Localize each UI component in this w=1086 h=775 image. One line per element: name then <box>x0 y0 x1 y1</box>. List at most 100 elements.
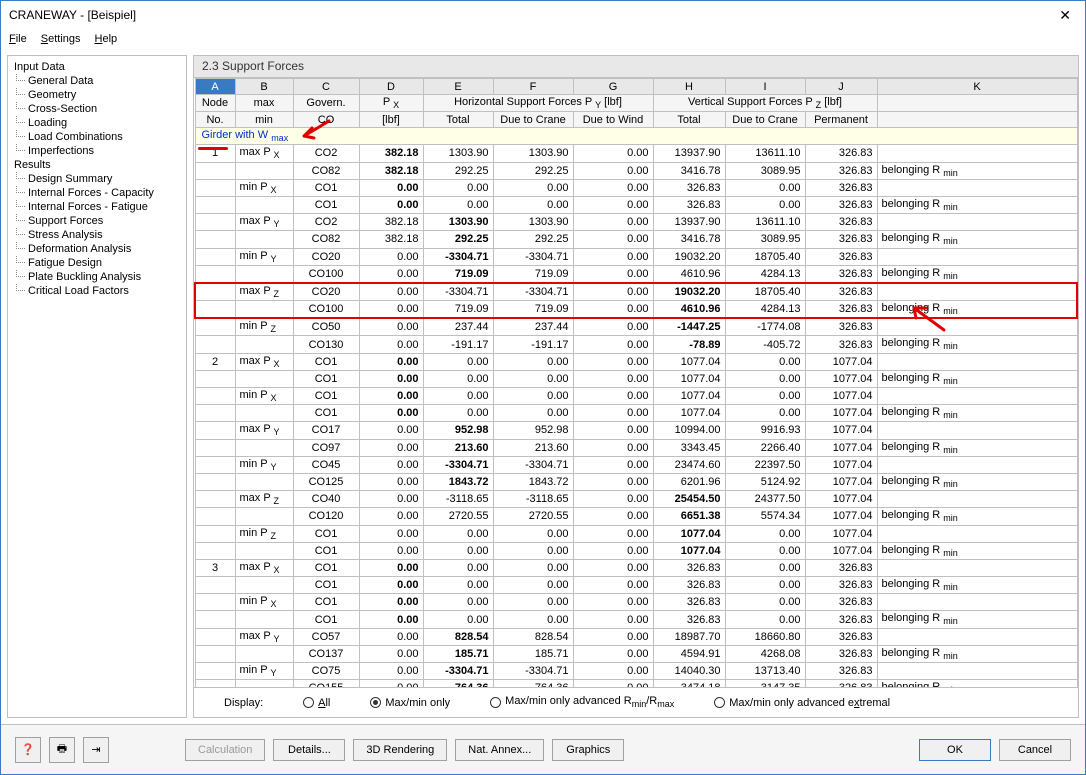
cell <box>235 645 293 662</box>
tree-item[interactable]: Fatigue Design <box>10 256 184 270</box>
cell: 326.83 <box>805 336 877 353</box>
cell: CO130 <box>293 336 359 353</box>
results-grid[interactable]: ABCDEFGHIJK Node max Govern. P X Horizon… <box>194 78 1078 687</box>
table-row[interactable]: CO10.000.000.000.001077.040.001077.04bel… <box>195 370 1077 387</box>
menu-file[interactable]: File <box>9 33 27 45</box>
cancel-button[interactable]: Cancel <box>999 739 1071 761</box>
table-row[interactable]: 3max P XCO10.000.000.000.00326.830.00326… <box>195 559 1077 576</box>
table-row[interactable]: max P YCO2382.181303.901303.900.0013937.… <box>195 214 1077 231</box>
help-button[interactable]: ❓ <box>15 737 41 763</box>
col-letter[interactable]: B <box>235 79 293 95</box>
tree-item[interactable]: Deformation Analysis <box>10 242 184 256</box>
hdr-co: CO <box>293 112 359 128</box>
cell: 326.83 <box>805 214 877 231</box>
table-row[interactable]: min P XCO10.000.000.000.00326.830.00326.… <box>195 594 1077 611</box>
graphics-button[interactable]: Graphics <box>552 739 624 761</box>
table-row[interactable]: max P YCO170.00952.98952.980.0010994.009… <box>195 422 1077 439</box>
table-row[interactable]: CO1000.00719.09719.090.004610.964284.133… <box>195 265 1077 283</box>
details-button[interactable]: Details... <box>273 739 345 761</box>
col-letter[interactable]: K <box>877 79 1077 95</box>
display-radio[interactable]: Max/min only advanced extremal <box>714 697 890 709</box>
table-row[interactable]: CO10.000.000.000.001077.040.001077.04bel… <box>195 405 1077 422</box>
table-row[interactable]: CO1300.00-191.17-191.170.00-78.89-405.72… <box>195 336 1077 353</box>
col-letter[interactable]: G <box>573 79 653 95</box>
table-row[interactable]: min P YCO750.00-3304.71-3304.710.0014040… <box>195 663 1077 680</box>
tree-item[interactable]: Stress Analysis <box>10 228 184 242</box>
cell: CO2 <box>293 214 359 231</box>
export-button[interactable]: ⇥ <box>83 737 109 763</box>
tree-item[interactable]: Support Forces <box>10 214 184 228</box>
tree-item[interactable]: Load Combinations <box>10 130 184 144</box>
display-radio[interactable]: All <box>303 697 330 709</box>
menu-settings[interactable]: Settings <box>41 33 81 45</box>
table-row[interactable]: max P ZCO400.00-3118.65-3118.650.0025454… <box>195 491 1077 508</box>
col-letter[interactable]: H <box>653 79 725 95</box>
cell: 1077.04 <box>805 405 877 422</box>
cell: 0.00 <box>493 559 573 576</box>
col-letter[interactable]: J <box>805 79 877 95</box>
close-icon[interactable]: ✕ <box>1053 7 1077 24</box>
table-row[interactable]: min P ZCO10.000.000.000.001077.040.00107… <box>195 525 1077 542</box>
table-row[interactable]: min P YCO200.00-3304.71-3304.710.0019032… <box>195 248 1077 265</box>
table-row[interactable]: CO82382.18292.25292.250.003416.783089.95… <box>195 162 1077 179</box>
cell: 22397.50 <box>725 456 805 473</box>
table-row[interactable]: CO10.000.000.000.00326.830.00326.83belon… <box>195 577 1077 594</box>
cell: 185.71 <box>423 645 493 662</box>
tree-results[interactable]: Results <box>10 158 184 172</box>
tree-input-data[interactable]: Input Data <box>10 60 184 74</box>
display-radio[interactable]: Max/min only advanced Rmin/Rmax <box>490 695 674 709</box>
tree-item[interactable]: Plate Buckling Analysis <box>10 270 184 284</box>
table-row[interactable]: CO10.000.000.000.001077.040.001077.04bel… <box>195 542 1077 559</box>
rendering-button[interactable]: 3D Rendering <box>353 739 447 761</box>
col-letter[interactable]: D <box>359 79 423 95</box>
hdr-horizontal: Horizontal Support Forces P Y [lbf] <box>423 95 653 112</box>
display-radio[interactable]: Max/min only <box>370 697 450 709</box>
cell: 0.00 <box>359 405 423 422</box>
tree-item[interactable]: Internal Forces - Fatigue <box>10 200 184 214</box>
calculation-button[interactable]: Calculation <box>185 739 265 761</box>
cell: 4284.13 <box>725 301 805 319</box>
table-row[interactable]: 1max P XCO2382.181303.901303.900.0013937… <box>195 145 1077 162</box>
table-row[interactable]: CO1370.00185.71185.710.004594.914268.083… <box>195 645 1077 662</box>
col-letter[interactable]: F <box>493 79 573 95</box>
table-row[interactable]: min P XCO10.000.000.000.001077.040.00107… <box>195 388 1077 405</box>
tree-item[interactable]: Design Summary <box>10 172 184 186</box>
cell: 0.00 <box>423 179 493 196</box>
table-row[interactable]: CO970.00213.60213.600.003343.452266.4010… <box>195 439 1077 456</box>
table-row[interactable]: CO1000.00719.09719.090.004610.964284.133… <box>195 301 1077 319</box>
hdr-govern: Govern. <box>293 95 359 112</box>
tree-item[interactable]: Imperfections <box>10 144 184 158</box>
cell: 0.00 <box>423 594 493 611</box>
annex-button[interactable]: Nat. Annex... <box>455 739 544 761</box>
tree-item[interactable]: General Data <box>10 74 184 88</box>
table-row[interactable]: CO1550.00-764.36-764.360.003474.183147.3… <box>195 680 1077 687</box>
tree-item[interactable]: Critical Load Factors <box>10 284 184 298</box>
print-button[interactable]: 🖶 <box>49 737 75 763</box>
ok-button[interactable]: OK <box>919 739 991 761</box>
table-row[interactable]: min P XCO10.000.000.000.00326.830.00326.… <box>195 179 1077 196</box>
cell: CO1 <box>293 559 359 576</box>
menu-help[interactable]: Help <box>95 33 118 45</box>
col-letter[interactable]: I <box>725 79 805 95</box>
col-letter[interactable]: C <box>293 79 359 95</box>
table-row[interactable]: CO82382.18292.25292.250.003416.783089.95… <box>195 231 1077 248</box>
cell: 0.00 <box>725 370 805 387</box>
table-row[interactable]: CO1200.002720.552720.550.006651.385574.3… <box>195 508 1077 525</box>
table-row[interactable]: CO10.000.000.000.00326.830.00326.83belon… <box>195 611 1077 628</box>
table-row[interactable]: CO1250.001843.721843.720.006201.965124.9… <box>195 473 1077 490</box>
table-row[interactable]: max P YCO570.00828.54828.540.0018987.701… <box>195 628 1077 645</box>
col-letter[interactable]: A <box>195 79 235 95</box>
table-row[interactable]: CO10.000.000.000.00326.830.00326.83belon… <box>195 196 1077 213</box>
col-letter[interactable]: E <box>423 79 493 95</box>
content-panel: 2.3 Support Forces ABCDEFGHIJK Node max … <box>193 55 1079 718</box>
table-row[interactable]: max P ZCO200.00-3304.71-3304.710.0019032… <box>195 283 1077 301</box>
tree-item[interactable]: Loading <box>10 116 184 130</box>
table-row[interactable]: min P ZCO500.00237.44237.440.00-1447.25-… <box>195 318 1077 336</box>
cell: CO1 <box>293 542 359 559</box>
tree-item[interactable]: Cross-Section <box>10 102 184 116</box>
table-row[interactable]: 2max P XCO10.000.000.000.001077.040.0010… <box>195 353 1077 370</box>
tree-item[interactable]: Internal Forces - Capacity <box>10 186 184 200</box>
table-row[interactable]: min P YCO450.00-3304.71-3304.710.0023474… <box>195 456 1077 473</box>
cell <box>235 405 293 422</box>
tree-item[interactable]: Geometry <box>10 88 184 102</box>
